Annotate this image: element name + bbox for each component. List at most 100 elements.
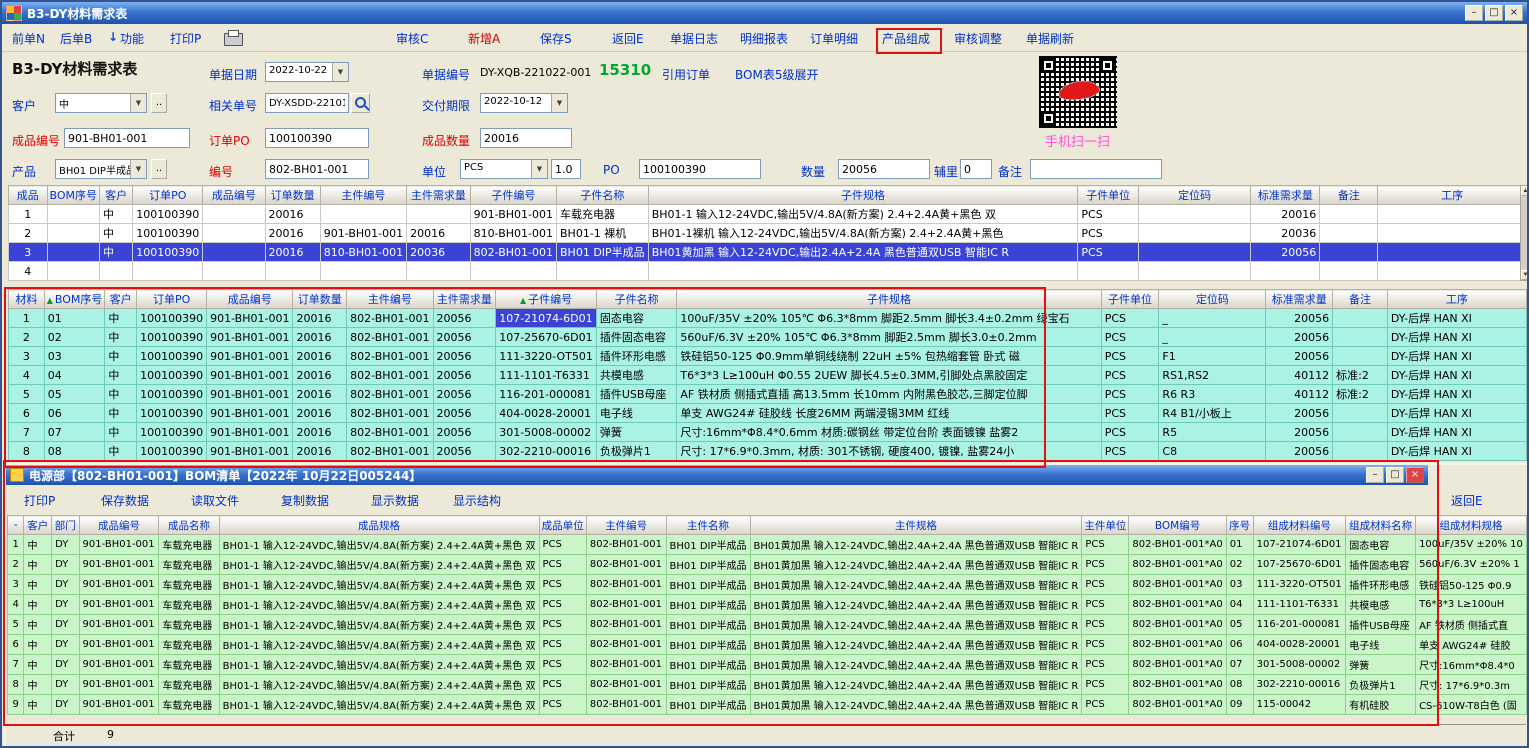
cell[interactable]: 7 — [9, 423, 45, 442]
audit-button[interactable]: 审核C — [396, 30, 428, 47]
cell[interactable]: PCS — [1101, 442, 1159, 461]
cell[interactable]: 901-BH01-001 — [207, 328, 293, 347]
cell[interactable]: 810-BH01-001 — [470, 224, 556, 243]
cell[interactable]: 20016 — [293, 385, 347, 404]
cell[interactable]: BH01 DIP半成品 — [557, 243, 649, 262]
cell[interactable]: DY — [52, 695, 79, 715]
cell[interactable]: DY — [52, 555, 79, 575]
bom-save-data-button[interactable]: 保存数据 — [101, 492, 149, 509]
cell[interactable]: 802-BH01-001 — [347, 385, 433, 404]
cell[interactable]: 中 — [24, 595, 52, 615]
cell[interactable]: PCS — [539, 575, 586, 595]
cell[interactable]: 20056 — [433, 366, 496, 385]
cell[interactable]: 901-BH01-001 — [79, 535, 159, 555]
cell[interactable] — [1378, 243, 1527, 262]
cell[interactable]: 电子线 — [596, 404, 677, 423]
table-row[interactable]: 606中100100390901-BH01-00120016802-BH01-0… — [9, 404, 1527, 423]
table-row[interactable]: 101中100100390901-BH01-00120016802-BH01-0… — [9, 309, 1527, 328]
cell[interactable]: 2 — [9, 224, 48, 243]
cell[interactable] — [203, 262, 265, 281]
cell[interactable]: 802-BH01-001 — [586, 675, 666, 695]
product-no-input[interactable] — [64, 128, 190, 148]
dropdown-icon[interactable]: ▼ — [130, 94, 146, 112]
cell[interactable] — [1378, 224, 1527, 243]
cell[interactable]: AF 铁材质 侧插式直 — [1416, 615, 1527, 635]
cell[interactable]: 3 — [9, 243, 48, 262]
cell[interactable]: 05 — [44, 385, 105, 404]
cell[interactable]: 6 — [8, 635, 24, 655]
remark-input[interactable] — [1030, 159, 1162, 179]
cell[interactable]: 901-BH01-001 — [79, 655, 159, 675]
cell[interactable]: PCS — [1101, 423, 1159, 442]
cell[interactable]: 中 — [24, 535, 52, 555]
order-detail-button[interactable]: 订单明细 — [810, 30, 858, 47]
cell[interactable]: 02 — [1226, 555, 1253, 575]
table-row[interactable]: 2中DY901-BH01-001车载充电器BH01-1 输入12-24VDC,输… — [8, 555, 1527, 575]
cell[interactable]: 802-BH01-001*A0 — [1129, 615, 1226, 635]
table-row[interactable]: 1中DY901-BH01-001车载充电器BH01-1 输入12-24VDC,输… — [8, 535, 1527, 555]
cell[interactable]: 共模电感 — [1346, 595, 1416, 615]
save-button[interactable]: 保存S — [540, 30, 572, 47]
cell[interactable]: 车载充电器 — [159, 675, 219, 695]
column-header[interactable]: 成品编号 — [207, 290, 293, 309]
cell[interactable] — [1333, 328, 1388, 347]
cell[interactable]: 02 — [44, 328, 105, 347]
cell[interactable]: 负极弹片1 — [1346, 675, 1416, 695]
cell[interactable] — [1378, 205, 1527, 224]
unit-select[interactable]: PCS ▼ — [460, 159, 548, 179]
cell[interactable]: 01 — [44, 309, 105, 328]
cell[interactable] — [1333, 442, 1388, 461]
doc-refresh-button[interactable]: 单据刷新 — [1026, 30, 1074, 47]
cell[interactable]: 共模电感 — [596, 366, 677, 385]
table-row[interactable]: 8中DY901-BH01-001车载充电器BH01-1 输入12-24VDC,输… — [8, 675, 1527, 695]
cell[interactable]: 802-BH01-001 — [347, 404, 433, 423]
ref-order-link[interactable]: 引用订单 — [662, 66, 710, 83]
column-header[interactable]: 主件编号 — [347, 290, 433, 309]
bom-close-button[interactable]: × — [1406, 467, 1424, 483]
cell[interactable]: PCS — [539, 695, 586, 715]
cell[interactable]: 07 — [1226, 655, 1253, 675]
cell[interactable]: 中 — [24, 555, 52, 575]
cell[interactable]: T6*3*3 L≥100uH Φ0.55 2UEW 脚长4.5±0.3MM,引脚… — [677, 366, 1101, 385]
cell[interactable]: 802-BH01-001 — [347, 328, 433, 347]
cell[interactable]: 107-25670-6D01 — [496, 328, 597, 347]
cell[interactable]: F1 — [1159, 347, 1266, 366]
cell[interactable] — [47, 243, 100, 262]
cell[interactable]: 中 — [105, 366, 137, 385]
cell[interactable]: 标准:2 — [1333, 366, 1388, 385]
cell[interactable]: 插件USB母座 — [1346, 615, 1416, 635]
column-header[interactable]: 工序 — [1387, 290, 1526, 309]
cell[interactable]: 5 — [9, 385, 45, 404]
cell[interactable]: 20056 — [433, 347, 496, 366]
cell[interactable]: 20056 — [433, 328, 496, 347]
next-doc-button[interactable]: 后单B — [60, 30, 92, 47]
cell[interactable]: 20016 — [293, 366, 347, 385]
cell[interactable]: PCS — [1101, 385, 1159, 404]
cell[interactable]: 05 — [1226, 615, 1253, 635]
table-row[interactable]: 7中DY901-BH01-001车载充电器BH01-1 输入12-24VDC,输… — [8, 655, 1527, 675]
cell[interactable]: BH01黄加黑 输入12-24VDC,输出2.4A+2.4A 黑色普通双USB … — [750, 675, 1082, 695]
cell[interactable] — [1320, 224, 1378, 243]
cell[interactable]: 20056 — [433, 423, 496, 442]
cell[interactable]: 尺寸: 17*6.9*0.3mm, 材质: 301不锈钢, 硬度400, 镀镍,… — [677, 442, 1101, 461]
cell[interactable]: PCS — [539, 615, 586, 635]
cell[interactable]: PCS — [1082, 535, 1129, 555]
dropdown-icon[interactable]: ▼ — [332, 63, 348, 81]
cell[interactable]: DY-后焊 HAN XI — [1387, 423, 1526, 442]
cell[interactable]: 901-BH01-001 — [79, 695, 159, 715]
cell[interactable]: AF 铁材质 侧插式直插 高13.5mm 长10mm 内附黑色胶芯,三脚定位脚 — [677, 385, 1101, 404]
cell[interactable] — [1378, 262, 1527, 281]
cell[interactable]: 20036 — [1251, 224, 1320, 243]
cell[interactable]: 901-BH01-001 — [207, 366, 293, 385]
column-header[interactable]: 材料 — [9, 290, 45, 309]
cell[interactable]: 9 — [8, 695, 24, 715]
cell[interactable]: BH01-1 输入12-24VDC,输出5V/4.8A(新方案) 2.4+2.4… — [219, 615, 539, 635]
cell[interactable]: 20056 — [433, 404, 496, 423]
cell[interactable] — [47, 205, 100, 224]
cell[interactable] — [1078, 262, 1139, 281]
column-header[interactable]: 子件名称 — [557, 186, 649, 205]
cell[interactable]: 810-BH01-001 — [320, 243, 406, 262]
cell[interactable]: PCS — [1101, 404, 1159, 423]
cell[interactable]: PCS — [539, 635, 586, 655]
cell[interactable]: 802-BH01-001 — [586, 695, 666, 715]
